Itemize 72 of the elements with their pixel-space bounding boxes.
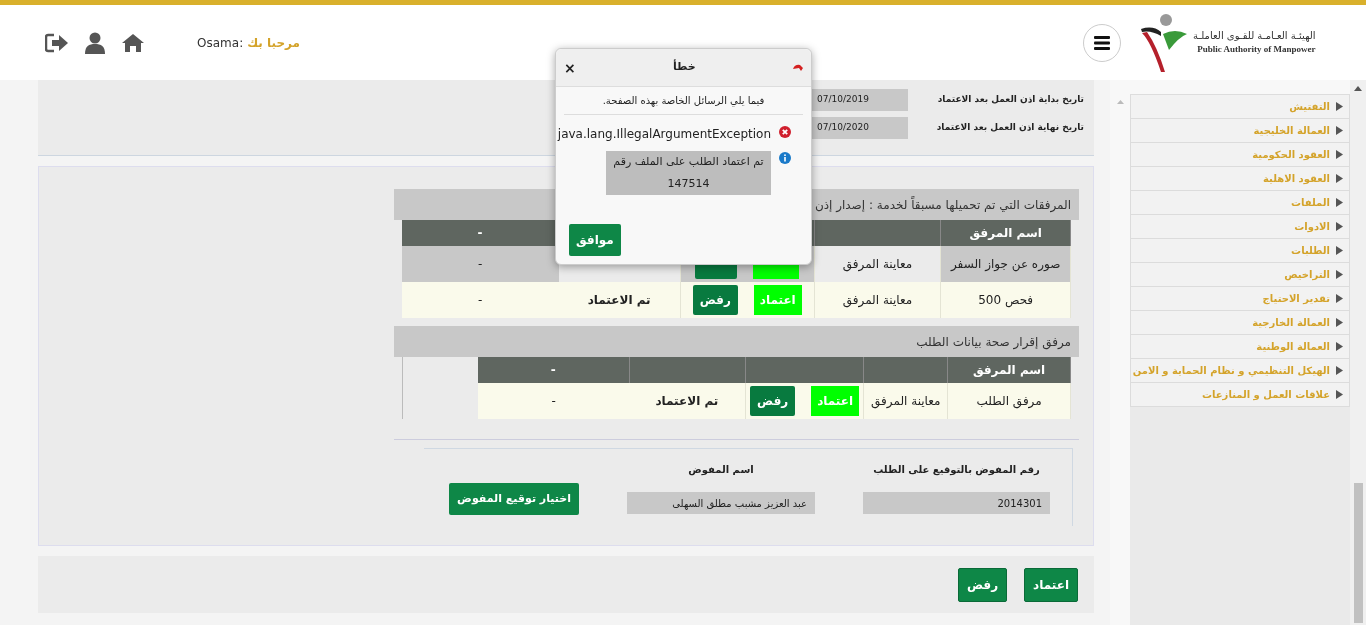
preview-link[interactable]: معاينة المرفق xyxy=(842,257,913,271)
caret-icon xyxy=(1336,174,1343,183)
sidebar-item[interactable]: تقدير الاحتياج xyxy=(1130,287,1350,311)
dialog-message: java.lang.IllegalArgumentException xyxy=(557,126,771,143)
table-cell: - xyxy=(402,246,559,282)
alert-icon xyxy=(793,64,803,71)
menu-icon xyxy=(1094,35,1110,50)
authorized-number-field: 2014301 xyxy=(863,492,1050,514)
caret-icon xyxy=(1336,150,1343,159)
approve-button[interactable]: اعتماد xyxy=(811,386,860,416)
logo-icon xyxy=(1139,11,1189,74)
caret-icon xyxy=(1336,294,1343,303)
table-cell: تم الاعتماد xyxy=(558,282,681,318)
sidebar-item[interactable]: الهيكل التنظيمي و نظام الحماية و الامن xyxy=(1130,359,1350,383)
sidebar-item[interactable]: التراخيص xyxy=(1130,263,1350,287)
caret-icon xyxy=(1336,246,1343,255)
reject-button[interactable]: رفض xyxy=(692,285,738,315)
sidebar-item[interactable]: علاقات العمل و المنازعات xyxy=(1130,383,1350,407)
caret-icon xyxy=(1336,126,1343,135)
caret-icon xyxy=(1336,102,1343,111)
caret-icon xyxy=(1336,270,1343,279)
caret-icon xyxy=(1336,198,1343,207)
caret-icon xyxy=(1336,390,1343,399)
close-button[interactable]: × xyxy=(564,60,576,75)
info-icon xyxy=(779,152,791,164)
sidebar-item[interactable]: العمالة الخليجية xyxy=(1130,119,1350,143)
field-label: رقم المفوض بالتوقيع على الطلب xyxy=(873,463,1040,477)
table-cell: - xyxy=(478,383,630,419)
reject-button[interactable]: رفض xyxy=(750,386,796,416)
scroll-up-icon[interactable] xyxy=(1354,86,1362,91)
sidebar-item[interactable]: التفتيش xyxy=(1130,95,1350,119)
reject-button[interactable]: رفض xyxy=(957,567,1008,602)
table-cell: - xyxy=(402,282,559,318)
choose-signature-button[interactable]: اختيار توقيع المفوض xyxy=(449,483,579,515)
dialog-message: تم اعتماد الطلب على الملف رقم 147514 xyxy=(606,151,771,195)
sidebar-item[interactable]: الطلبات xyxy=(1130,239,1350,263)
caret-icon xyxy=(1336,318,1343,327)
table-cell: صوره عن جواز السفر xyxy=(940,246,1071,282)
error-icon xyxy=(779,126,791,138)
scrollbar-thumb[interactable] xyxy=(1353,483,1363,623)
sidebar-item[interactable]: الملفات xyxy=(1130,191,1350,215)
table-row[interactable]: فحص 500 معاينة المرفق اعتماد رفض تم الاعتماد - xyxy=(402,282,1071,318)
home-icon[interactable] xyxy=(121,32,146,53)
sidebar-item[interactable]: العقود الاهلية xyxy=(1130,167,1350,191)
caret-icon xyxy=(1336,222,1343,231)
field-label: اسم المفوض xyxy=(688,463,754,477)
approve-button[interactable]: اعتماد xyxy=(753,285,802,315)
dialog-title: خطأ xyxy=(671,59,697,76)
sidebar-item[interactable]: العقود الحكومية xyxy=(1130,143,1350,167)
table-row[interactable]: مرفق الطلب معاينة المرفق اعتماد رفض تم الاعتماد - xyxy=(478,383,1071,419)
greeting-label: مرحبا بك xyxy=(247,34,300,52)
caret-icon xyxy=(1336,342,1343,351)
sidebar-item[interactable]: الادوات xyxy=(1130,215,1350,239)
user-icon[interactable] xyxy=(85,31,106,54)
authorized-name-field: عبد العزيز مشبب مطلق السهلى xyxy=(627,492,815,514)
sidebar-item[interactable]: العمالة الوطنية xyxy=(1130,335,1350,359)
table-cell: مرفق الطلب xyxy=(947,383,1071,419)
logout-icon[interactable] xyxy=(45,32,70,53)
user-name: :Osama xyxy=(197,34,244,52)
table-cell: تم الاعتماد xyxy=(629,383,746,419)
section-title: مرفق إقرار صحة بيانات الطلب xyxy=(916,333,1071,351)
logo-arabic-text: الهيئـة العـامـة للقـوى العاملـة xyxy=(1193,29,1316,44)
date-label: تاريخ بداية اذن العمل بعد الاعتماد xyxy=(936,93,1084,107)
date-label: تاريخ نهاية اذن العمل بعد الاعتماد xyxy=(935,121,1084,135)
logo-english-text: Public Authority of Manpower xyxy=(1197,43,1316,57)
caret-icon xyxy=(1336,366,1343,375)
section-title: المرفقات التي تم تحميلها مسبقاً لخدمة : إصدار إذن xyxy=(814,195,1071,214)
sidebar-item[interactable]: العمالة الخارجية xyxy=(1130,311,1350,335)
dialog-intro: فيما يلي الرسائل الخاصة بهذه الصفحة. xyxy=(602,94,765,108)
ok-button[interactable]: موافق xyxy=(569,224,621,256)
approve-button[interactable]: اعتماد xyxy=(1024,567,1078,602)
table-cell: فحص 500 xyxy=(940,282,1071,318)
